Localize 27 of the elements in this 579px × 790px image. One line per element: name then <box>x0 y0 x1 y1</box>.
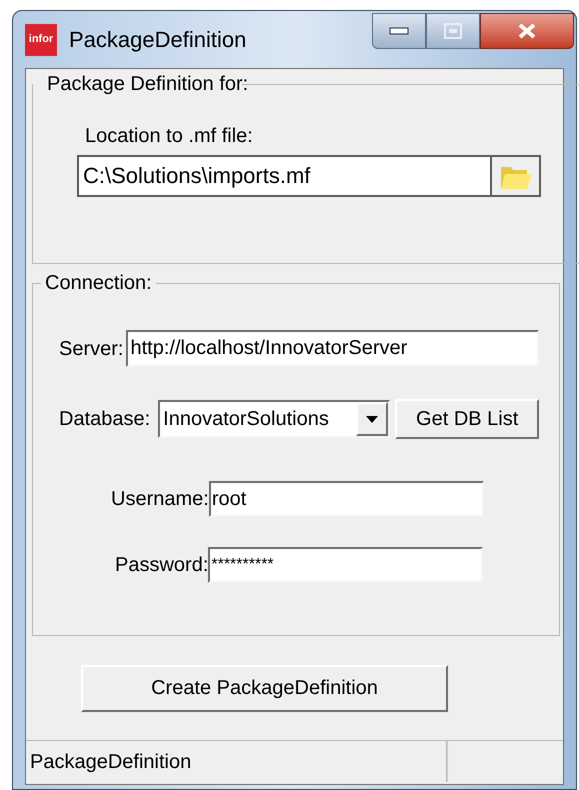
maximize-button[interactable] <box>426 13 480 49</box>
database-label: Database: <box>59 407 150 432</box>
username-field[interactable]: root <box>208 481 484 517</box>
location-label: Location to .mf file: <box>85 124 254 149</box>
location-field[interactable]: C:\Solutions\imports.mf <box>77 155 492 197</box>
create-package-button[interactable]: Create PackageDefinition <box>81 664 448 712</box>
group-legend: Connection: <box>41 268 156 298</box>
dropdown-value: InnovatorSolutions <box>162 407 330 432</box>
minimize-icon <box>389 27 409 35</box>
dropdown-arrow-button[interactable] <box>356 402 388 436</box>
password-label: Password: <box>115 553 208 578</box>
maximize-icon <box>444 23 462 39</box>
database-dropdown[interactable]: InnovatorSolutions <box>158 400 390 438</box>
server-label: Server: <box>59 336 124 362</box>
app-logo: infor <box>25 24 57 56</box>
server-field[interactable]: http://localhost/InnovatorServer <box>126 330 540 367</box>
window-title: PackageDefinition <box>69 26 246 54</box>
username-label: Username: <box>111 487 209 512</box>
caret-icon <box>366 416 378 422</box>
minimize-button[interactable] <box>372 13 426 49</box>
status-text: PackageDefinition <box>26 741 447 782</box>
get-db-list-button[interactable]: Get DB List <box>395 399 540 439</box>
password-field[interactable]: ********** <box>208 547 484 583</box>
close-button[interactable] <box>480 13 574 49</box>
close-icon <box>517 22 537 40</box>
browse-button[interactable] <box>492 155 541 197</box>
group-legend: Package Definition for: <box>43 69 252 99</box>
